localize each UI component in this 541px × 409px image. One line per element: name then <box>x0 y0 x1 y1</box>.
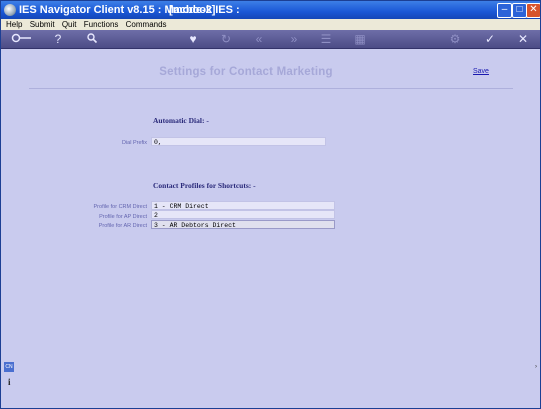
app-icon <box>4 4 16 16</box>
key-icon[interactable] <box>11 32 33 46</box>
maximize-button[interactable]: □ <box>512 3 527 18</box>
minimize-button[interactable]: – <box>497 3 512 18</box>
app-window: IES Navigator Client v8.15 : Macbook IES… <box>0 0 541 409</box>
ap-profile-field[interactable]: 2 <box>151 210 335 219</box>
rewind-icon[interactable]: « <box>252 32 266 46</box>
close-icon[interactable]: ✕ <box>516 32 530 46</box>
menu-bar: Help Submit Quit Functions Commands <box>1 19 540 30</box>
tree-icon[interactable]: ☰ <box>319 32 333 46</box>
window-mode: [mode-2] <box>169 4 216 16</box>
ar-profile-label: Profile for AR Direct <box>98 223 147 229</box>
close-window-button[interactable]: ✕ <box>526 3 540 18</box>
refresh-icon[interactable]: ↻ <box>219 32 233 46</box>
fast-forward-icon[interactable]: » <box>287 32 301 46</box>
menu-commands[interactable]: Commands <box>126 20 167 29</box>
page-title: Settings for Contact Marketing <box>159 66 333 78</box>
check-icon[interactable]: ✓ <box>483 32 497 46</box>
contact-profiles-heading: Contact Profiles for Shortcuts: - <box>153 181 256 190</box>
ap-profile-label: Profile for AP Direct <box>99 214 147 220</box>
side-tab[interactable]: CN <box>4 362 14 372</box>
ar-profile-field[interactable]: 3 - AR Debtors Direct <box>151 220 335 229</box>
menu-quit[interactable]: Quit <box>62 20 77 29</box>
menu-functions[interactable]: Functions <box>84 20 119 29</box>
divider <box>29 88 513 89</box>
heart-icon[interactable]: ♥ <box>186 32 200 46</box>
help-icon[interactable]: ? <box>51 32 65 46</box>
title-bar[interactable]: IES Navigator Client v8.15 : Macbook IES… <box>1 1 540 19</box>
grid-icon[interactable]: ▦ <box>353 32 367 46</box>
save-link[interactable]: Save <box>473 68 489 75</box>
gear-icon[interactable]: ⚙ <box>448 32 462 46</box>
dial-prefix-field[interactable]: 0, <box>151 137 326 146</box>
toolbar: ? ♥ ↻ « » ☰ ▦ ⚙ ✓ ✕ <box>1 30 540 49</box>
settings-panel: Settings for Contact Marketing Save Auto… <box>1 49 540 408</box>
crm-profile-label: Profile for CRM Direct <box>93 204 147 210</box>
automatic-dial-heading: Automatic Dial: - <box>153 116 209 125</box>
menu-help[interactable]: Help <box>6 20 22 29</box>
right-expand-arrow[interactable]: › <box>535 364 537 370</box>
menu-submit[interactable]: Submit <box>30 20 55 29</box>
info-icon[interactable]: i <box>8 377 11 387</box>
dial-prefix-label: Dial Prefix <box>121 140 147 146</box>
search-icon[interactable] <box>85 32 99 46</box>
crm-profile-field[interactable]: 1 - CRM Direct <box>151 201 335 210</box>
